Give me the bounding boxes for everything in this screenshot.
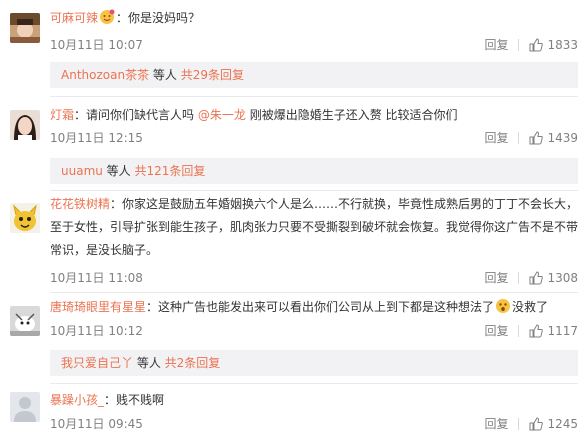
comment-actions: 回复 1308 [484,269,578,286]
comment-meta: 10月11日 10:12 回复 1117 [50,322,578,339]
comment-text-tail: 没救了 [512,300,549,314]
like-count: 1439 [547,130,578,145]
comment-separator: ： [74,108,87,122]
sub-reply-text: 等人 [102,164,135,178]
shocked-face-emoji-icon [495,298,511,314]
mention-link[interactable]: @朱一龙 [198,108,246,122]
avatar[interactable] [10,13,40,43]
comment-time: 10月11日 10:12 [50,324,143,338]
sub-reply-user[interactable]: 我只爱自己丫 [61,356,133,370]
comment-separator: ： [116,11,129,25]
comment-text: 这种广告也能发出来可以看出你们公司从上到下都是这种想法了 [158,300,495,314]
avatar[interactable] [10,392,40,422]
comment-username[interactable]: 唐琦琦眼里有星星 [50,300,146,314]
comment-divider [50,383,578,384]
like-count: 1245 [547,416,578,431]
like-button[interactable]: 1308 [529,271,578,285]
action-divider [518,38,520,51]
reply-button[interactable]: 回复 [484,129,508,146]
avatar[interactable] [10,203,40,233]
comment-actions: 回复 1439 [484,129,578,146]
comment-actions: 回复 1833 [484,36,578,53]
like-count: 1117 [547,323,578,338]
view-replies-link[interactable]: 共121条回复 [135,164,206,178]
action-divider [518,324,520,337]
sub-replies-box: Anthozoan茶茶 等人 共29条回复 [50,62,578,88]
like-button[interactable]: 1439 [529,131,578,145]
view-replies-link[interactable]: 共2条回复 [165,356,221,370]
comment-separator: ： [110,197,123,211]
comment-separator: ： [104,393,117,407]
comment-text: 你家这是鼓励五年婚姻换六个人是么……不行就换，毕竟性成熟后男的丁丁不会长大，至于… [50,197,579,257]
thumbs-up-icon [529,323,544,337]
reply-button[interactable]: 回复 [484,415,508,432]
comment-divider [50,190,578,191]
comment-text: 你是没妈吗？ [128,11,201,25]
emoji-badge-icon [99,9,115,25]
thumbs-up-icon [529,130,544,144]
avatar[interactable] [10,110,40,140]
thumbs-up-icon [529,416,544,430]
view-replies-link[interactable]: 共29条回复 [181,68,244,82]
like-count: 1833 [547,37,578,52]
comment-actions: 回复 1245 [484,415,578,432]
like-button[interactable]: 1833 [529,38,578,52]
sub-replies-box: uuamu 等人 共121条回复 [50,158,578,184]
comment-divider [50,96,578,97]
comment-time: 10月11日 11:08 [50,271,143,285]
action-divider [518,131,520,144]
comment-text: 请问你们缺代言人吗 [86,108,198,122]
comment-meta: 10月11日 09:45 回复 1245 [50,415,578,432]
sub-replies-box: 我只爱自己丫 等人 共2条回复 [50,350,578,376]
action-divider [518,271,520,284]
comment-username[interactable]: 花花铁树精 [50,197,110,211]
comment-time: 10月11日 09:45 [50,417,143,431]
reply-button[interactable]: 回复 [484,36,508,53]
comment-username[interactable]: 可麻可辣 [50,11,98,25]
comment-meta: 10月11日 12:15 回复 1439 [50,129,578,146]
sub-reply-user[interactable]: uuamu [61,164,103,178]
comment-actions: 回复 1117 [484,322,578,339]
sub-reply-text: 等人 [149,68,181,82]
reply-button[interactable]: 回复 [484,269,508,286]
sub-reply-user[interactable]: Anthozoan茶茶 [61,68,149,82]
like-button[interactable]: 1117 [529,324,578,338]
like-count: 1308 [547,270,578,285]
comment-username[interactable]: 暴躁小孩_ [50,393,104,407]
thumbs-up-icon [529,37,544,51]
avatar[interactable] [10,306,40,336]
reply-button[interactable]: 回复 [484,322,508,339]
comment-username[interactable]: 灯霜 [50,108,74,122]
sub-reply-text: 等人 [133,356,165,370]
thumbs-up-icon [529,270,544,284]
comment-meta: 10月11日 10:07 回复 1833 [50,36,578,53]
comment-separator: ： [146,300,159,314]
comment-text: 贱不贱啊 [116,393,165,407]
comment-body: 花花铁树精：你家这是鼓励五年婚姻换六个人是么……不行就换，毕竟性成熟后男的丁丁不… [50,193,580,262]
comment-time: 10月11日 12:15 [50,131,143,145]
action-divider [518,417,520,430]
comment-time: 10月11日 10:07 [50,38,143,52]
comment-meta: 10月11日 11:08 回复 1308 [50,269,578,286]
comment-divider [50,292,578,293]
like-button[interactable]: 1245 [529,417,578,431]
comment-text-continued: 刚被爆出隐婚生子还入赘 比较适合你们 [245,108,458,122]
